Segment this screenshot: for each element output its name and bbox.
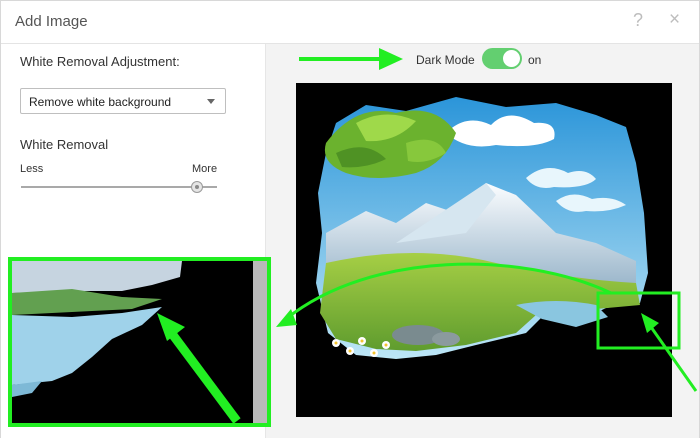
help-icon[interactable]: ? [633,10,643,31]
select-value: Remove white background [29,95,172,109]
dark-mode-label: Dark Mode [416,53,475,67]
add-image-dialog: Add Image ? × White Removal Adjustment: … [0,0,700,438]
white-removal-label: White Removal [20,137,109,152]
dark-mode-toggle[interactable] [482,48,522,69]
more-label: More [192,163,218,175]
landscape-illustration [316,97,648,359]
adjustment-label: White Removal Adjustment: [20,54,180,69]
white-removal-select[interactable]: Remove white background [20,88,226,114]
less-label: Less [20,163,44,175]
title-bar: Add Image ? × [1,1,699,44]
close-icon[interactable]: × [669,9,680,31]
chevron-down-icon [207,99,215,104]
zoom-illustration [12,261,182,397]
image-preview [296,83,672,417]
zoom-inset [8,257,271,427]
toggle-knob [503,50,520,67]
white-removal-slider-track[interactable] [21,186,217,188]
zoom-scroll-strip [253,261,267,423]
dialog-title: Add Image [15,13,88,30]
dark-mode-state: on [528,53,542,67]
